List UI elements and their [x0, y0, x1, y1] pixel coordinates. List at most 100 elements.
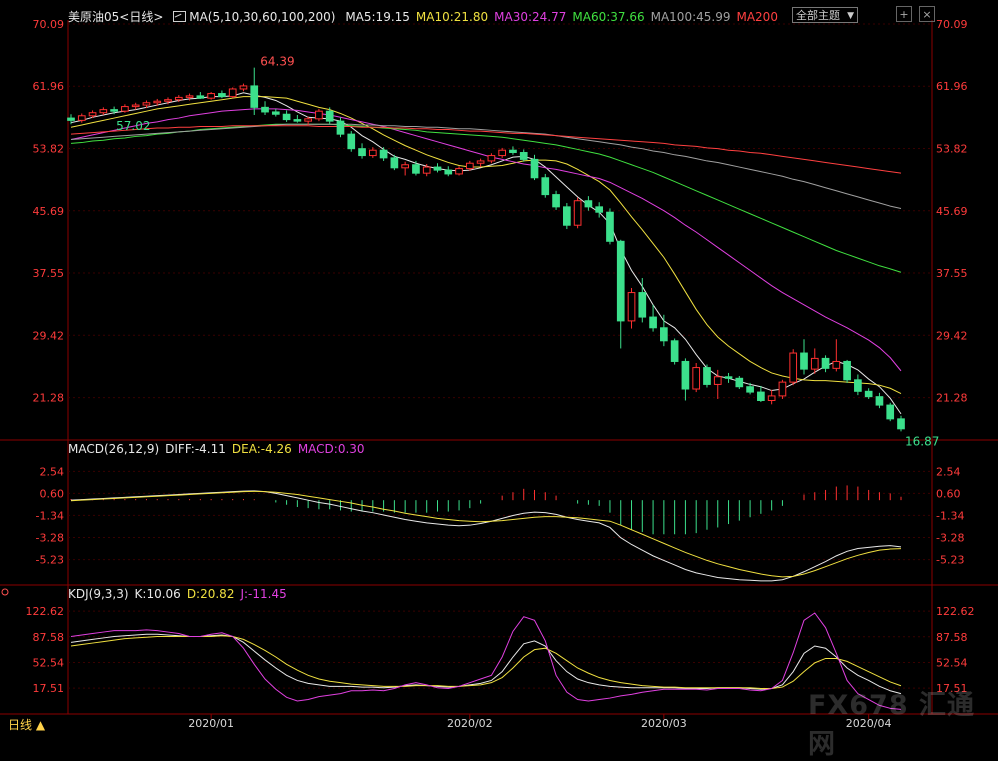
- theme-dropdown-label: 全部主题: [796, 9, 840, 22]
- candle-body: [282, 113, 291, 121]
- y-tick-label: 122.62: [26, 605, 65, 618]
- ma-value-4: MA100:45.99: [650, 10, 731, 24]
- candle-body: [778, 381, 787, 397]
- candle-body: [368, 149, 377, 157]
- low-price-label: 57.02: [116, 119, 150, 133]
- candle-body: [509, 149, 517, 154]
- candle-body: [261, 106, 269, 113]
- macd-value-0: DIFF:-4.11: [165, 442, 226, 456]
- y-tick-label-right: 61.96: [936, 80, 968, 93]
- y-tick-label: 52.54: [33, 656, 65, 669]
- candle-body: [476, 160, 485, 164]
- candle-body: [616, 240, 625, 322]
- candle-body: [746, 386, 754, 393]
- x-tick-label: 2020/03: [641, 717, 687, 730]
- candle-body: [552, 194, 560, 208]
- candle-body: [142, 102, 151, 106]
- indicator-chart-icon[interactable]: [173, 11, 187, 22]
- candle-body: [77, 115, 86, 121]
- y-tick-label-right: 70.09: [936, 18, 968, 31]
- candle-body: [315, 110, 323, 120]
- kdj-params: KDJ(9,3,3): [68, 587, 129, 601]
- candle-body: [864, 390, 873, 398]
- candle-body: [713, 376, 722, 385]
- candle-body: [843, 360, 851, 381]
- y-tick-label: 37.55: [33, 267, 65, 280]
- candle-body: [789, 352, 798, 383]
- candle-body: [897, 418, 905, 430]
- y-tick-label: 45.69: [33, 205, 65, 218]
- high-price-label: 64.39: [260, 55, 294, 69]
- pane-marker-icon: [1, 588, 9, 596]
- candle-body: [854, 379, 862, 392]
- candle-body: [821, 357, 830, 369]
- y-tick-label: 2.54: [40, 465, 65, 478]
- candle-body: [595, 206, 604, 213]
- candle-body: [606, 211, 614, 242]
- main-legend: 美原油05<日线> MA(5,10,30,60,100,200) MA5:19.…: [68, 8, 790, 24]
- candle-body: [692, 367, 701, 390]
- kdj-value-2: J:-11.45: [240, 587, 287, 601]
- y-tick-label: -3.28: [36, 531, 64, 544]
- theme-dropdown[interactable]: 全部主题 ▼: [792, 7, 858, 23]
- candle-body: [347, 133, 356, 150]
- candle-body: [757, 391, 765, 401]
- ma-value-0: MA5:19.15: [345, 10, 410, 24]
- candle-body: [67, 117, 75, 121]
- candle-body: [422, 166, 431, 174]
- candle-body: [810, 357, 819, 370]
- candle-body: [271, 111, 280, 115]
- y-tick-label-right: -5.23: [936, 554, 964, 567]
- y-tick-label: 70.09: [33, 18, 65, 31]
- candle-body: [304, 118, 312, 122]
- y-tick-label-right: 2.54: [936, 465, 961, 478]
- candle-body: [519, 152, 528, 160]
- period-label[interactable]: <日线>: [119, 10, 163, 24]
- symbol-label: 美原油05: [68, 10, 120, 24]
- ma-params: MA(5,10,30,60,100,200): [189, 10, 336, 24]
- y-tick-label: 87.58: [33, 631, 65, 644]
- macd-params: MACD(26,12,9): [68, 442, 160, 456]
- candle-body: [336, 120, 345, 135]
- candle-body: [164, 99, 172, 102]
- kdj-legend: KDJ(9,3,3) K:10.06 D:20.82 J:-11.45: [68, 587, 299, 603]
- candle-body: [412, 164, 420, 174]
- candle-body: [670, 340, 679, 362]
- candle-body: [228, 88, 237, 98]
- timeframe-button[interactable]: 日线 ▲: [8, 716, 45, 733]
- candle-body: [875, 396, 884, 406]
- y-tick-label-right: 37.55: [936, 267, 968, 280]
- candle-body: [196, 95, 205, 99]
- macd-value-1: DEA:-4.26: [231, 442, 292, 456]
- ma-line-ma5: [70, 92, 902, 415]
- candle-body: [153, 100, 162, 104]
- candle-body: [250, 85, 259, 108]
- candle-body: [110, 109, 118, 112]
- add-indicator-button[interactable]: +: [896, 6, 912, 22]
- y-tick-label-right: 53.82: [936, 143, 968, 156]
- candle-body: [530, 158, 539, 179]
- kline-chart: 70.09 70.09 61.96 61.96 53.82 53.82 45.69 45.69…: [0, 18, 998, 730]
- y-tick-label-right: 122.62: [936, 605, 975, 618]
- candle-body: [218, 93, 226, 98]
- candle-body: [131, 104, 140, 108]
- ma-line-ma60: [70, 123, 902, 273]
- candle-body: [638, 292, 647, 318]
- candle-body: [358, 148, 366, 157]
- close-button[interactable]: ×: [919, 6, 935, 22]
- candle-body: [660, 327, 668, 342]
- candle-body: [886, 404, 895, 420]
- candle-body: [390, 157, 399, 169]
- y-tick-label: 0.60: [40, 487, 65, 500]
- candle-body: [735, 377, 744, 388]
- x-tick-label: 2020/02: [447, 717, 493, 730]
- ma-line-ma10: [70, 96, 902, 395]
- ma-value-3: MA60:37.66: [572, 10, 645, 24]
- chevron-down-icon: ▼: [847, 11, 854, 21]
- candle-body: [800, 352, 808, 370]
- y-tick-label-right: 45.69: [936, 205, 968, 218]
- y-tick-label: 29.42: [33, 329, 65, 342]
- macd-legend: MACD(26,12,9) DIFF:-4.11 DEA:-4.26 MACD:0.3…: [68, 442, 377, 458]
- y-tick-label: -5.23: [36, 554, 64, 567]
- candle-body: [99, 109, 108, 114]
